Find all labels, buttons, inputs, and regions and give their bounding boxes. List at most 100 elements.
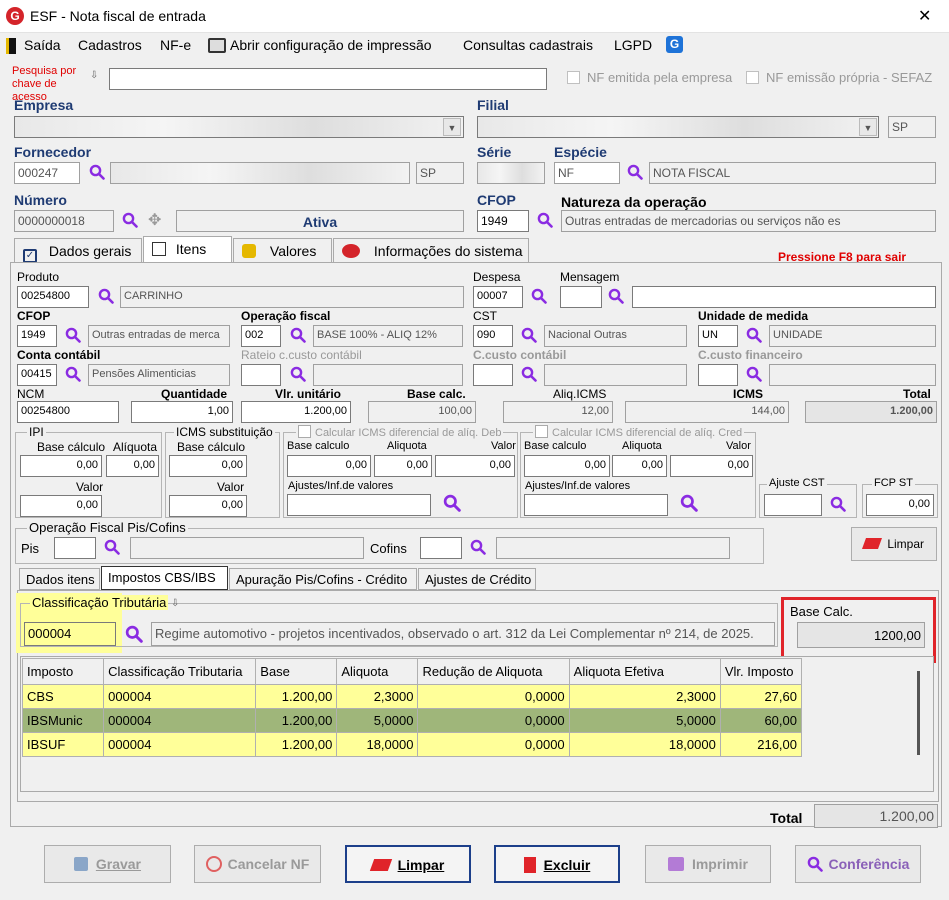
ncm-input[interactable]: 00254800 (17, 401, 119, 423)
difcred-valor-input[interactable]: 0,00 (670, 455, 753, 477)
chevron-down-icon[interactable]: ▼ (859, 118, 877, 136)
menu-consultas[interactable]: Consultas cadastrais (463, 37, 593, 53)
especie-code-input[interactable]: NF (554, 162, 620, 184)
chevron-down-icon[interactable]: ▼ (443, 118, 461, 136)
col-classificacao[interactable]: Classificação Tributaria (103, 658, 257, 685)
difdeb-ajuste-input[interactable] (287, 494, 431, 516)
table-row[interactable]: IBSUF 000004 1.200,00 18,0000 0,0000 18,… (21, 732, 803, 757)
search-icon[interactable] (521, 366, 537, 382)
search-icon[interactable] (608, 288, 624, 304)
produto-code-input[interactable]: 00254800 (17, 286, 89, 308)
cancelar-nf-button[interactable]: Cancelar NF (194, 845, 321, 883)
close-icon[interactable]: ✕ (918, 6, 931, 26)
unidade-input[interactable]: UN (698, 325, 738, 347)
imprimir-button[interactable]: Imprimir (645, 845, 771, 883)
col-reducao[interactable]: Redução de Aliquota (417, 658, 570, 685)
quantidade-input[interactable]: 1,00 (131, 401, 233, 423)
limpar-button[interactable]: Limpar (345, 845, 471, 883)
empresa-select[interactable] (14, 116, 464, 138)
nf-propria-checkbox[interactable] (746, 71, 759, 84)
menu-nfe[interactable]: NF-e (160, 37, 191, 53)
col-imposto[interactable]: Imposto (21, 658, 105, 685)
difcred-ajuste-input[interactable] (524, 494, 668, 516)
difcred-aliq-input[interactable]: 0,00 (612, 455, 667, 477)
vunit-input[interactable]: 1.200,00 (241, 401, 351, 423)
search-icon[interactable] (290, 327, 306, 343)
difdeb-base-input[interactable]: 0,00 (287, 455, 371, 477)
filial-select[interactable] (477, 116, 879, 138)
fornecedor-code-input[interactable]: 000247 (14, 162, 80, 184)
search-icon[interactable] (537, 212, 553, 228)
subtab-ajustes-credito[interactable]: Ajustes de Crédito (418, 568, 536, 590)
g-logo-icon[interactable]: G (666, 36, 683, 53)
search-icon[interactable] (521, 327, 537, 343)
menu-saida[interactable]: Saída (24, 37, 61, 53)
col-aliquota[interactable]: Aliquota (336, 658, 419, 685)
search-icon[interactable] (627, 164, 643, 180)
nf-empresa-checkbox[interactable] (567, 71, 580, 84)
ccfin-input[interactable] (698, 364, 738, 386)
subtab-dados-itens[interactable]: Dados itens (19, 568, 100, 590)
access-key-search-input[interactable] (109, 68, 547, 90)
despesa-input[interactable]: 00007 (473, 286, 523, 308)
search-icon[interactable] (104, 539, 120, 555)
search-icon[interactable] (531, 288, 547, 304)
difdeb-aliq-input[interactable]: 0,00 (374, 455, 432, 477)
col-aliquota-efetiva[interactable]: Aliquota Efetiva (568, 658, 721, 685)
tab-informacoes-sistema[interactable]: Informações do sistema (333, 238, 529, 262)
fcp-st-input[interactable]: 0,00 (866, 494, 934, 516)
table-row[interactable]: IBSMunic 000004 1.200,00 5,0000 0,0000 5… (21, 708, 803, 733)
search-icon[interactable] (680, 494, 698, 512)
conta-input[interactable]: 00415 (17, 364, 57, 386)
search-icon[interactable] (65, 327, 81, 343)
opfiscal-input[interactable]: 002 (241, 325, 281, 347)
search-icon[interactable] (290, 366, 306, 382)
serie-input[interactable] (477, 162, 545, 184)
subtab-apuracao-pis-cofins[interactable]: Apuração Pis/Cofins - Crédito (229, 568, 417, 590)
cfop-input[interactable]: 1949 (477, 210, 529, 232)
ipi-valor-input[interactable]: 0,00 (20, 495, 102, 517)
difdeb-valor-input[interactable]: 0,00 (435, 455, 515, 477)
pis-input[interactable] (54, 537, 96, 559)
menu-print-config[interactable]: Abrir configuração de impressão (230, 37, 432, 53)
limpar-item-button[interactable]: Limpar (851, 527, 937, 561)
tab-itens[interactable]: Itens (143, 236, 232, 262)
item-cfop-input[interactable]: 1949 (17, 325, 57, 347)
st-base-input[interactable]: 0,00 (169, 455, 247, 477)
ipi-aliq-input[interactable]: 0,00 (106, 455, 159, 477)
difal-deb-checkbox[interactable] (298, 425, 311, 438)
search-icon[interactable] (443, 494, 461, 512)
menu-cadastros[interactable]: Cadastros (78, 37, 142, 53)
st-valor-input[interactable]: 0,00 (169, 495, 247, 517)
col-base[interactable]: Base (255, 658, 338, 685)
search-icon[interactable] (122, 212, 138, 228)
search-icon[interactable] (125, 625, 143, 643)
search-icon[interactable] (746, 327, 762, 343)
col-vlr-imposto[interactable]: Vlr. Imposto (719, 658, 803, 685)
conferencia-button[interactable]: Conferência (795, 845, 921, 883)
difal-cred-checkbox[interactable] (535, 425, 548, 438)
ipi-base-input[interactable]: 0,00 (20, 455, 102, 477)
ccusto-input[interactable] (473, 364, 513, 386)
search-icon[interactable] (98, 288, 114, 304)
classif-code-input[interactable]: 000004 (24, 622, 116, 646)
rateio-input[interactable] (241, 364, 281, 386)
gravar-button[interactable]: Gravar (44, 845, 171, 883)
search-icon[interactable] (470, 539, 486, 555)
difcred-base-input[interactable]: 0,00 (524, 455, 610, 477)
search-icon[interactable] (830, 496, 846, 512)
cofins-input[interactable] (420, 537, 462, 559)
subtab-impostos-cbs-ibs[interactable]: Impostos CBS/IBS (101, 566, 228, 590)
search-icon[interactable] (746, 366, 762, 382)
add-icon[interactable]: ✥ (148, 210, 161, 230)
cst-input[interactable]: 090 (473, 325, 513, 347)
mensagem-input[interactable] (560, 286, 602, 308)
ajuste-cst-input[interactable] (764, 494, 822, 516)
tab-valores[interactable]: Valores (233, 238, 332, 262)
table-row[interactable]: CBS 000004 1.200,00 2,3000 0,0000 2,3000… (21, 684, 803, 709)
numero-input[interactable]: 0000000018 (14, 210, 114, 232)
tab-dados-gerais[interactable]: ✓ Dados gerais (14, 238, 142, 263)
excluir-button[interactable]: Excluir (494, 845, 620, 883)
grid-scrollbar[interactable] (917, 671, 920, 755)
menu-lgpd[interactable]: LGPD (614, 37, 652, 53)
